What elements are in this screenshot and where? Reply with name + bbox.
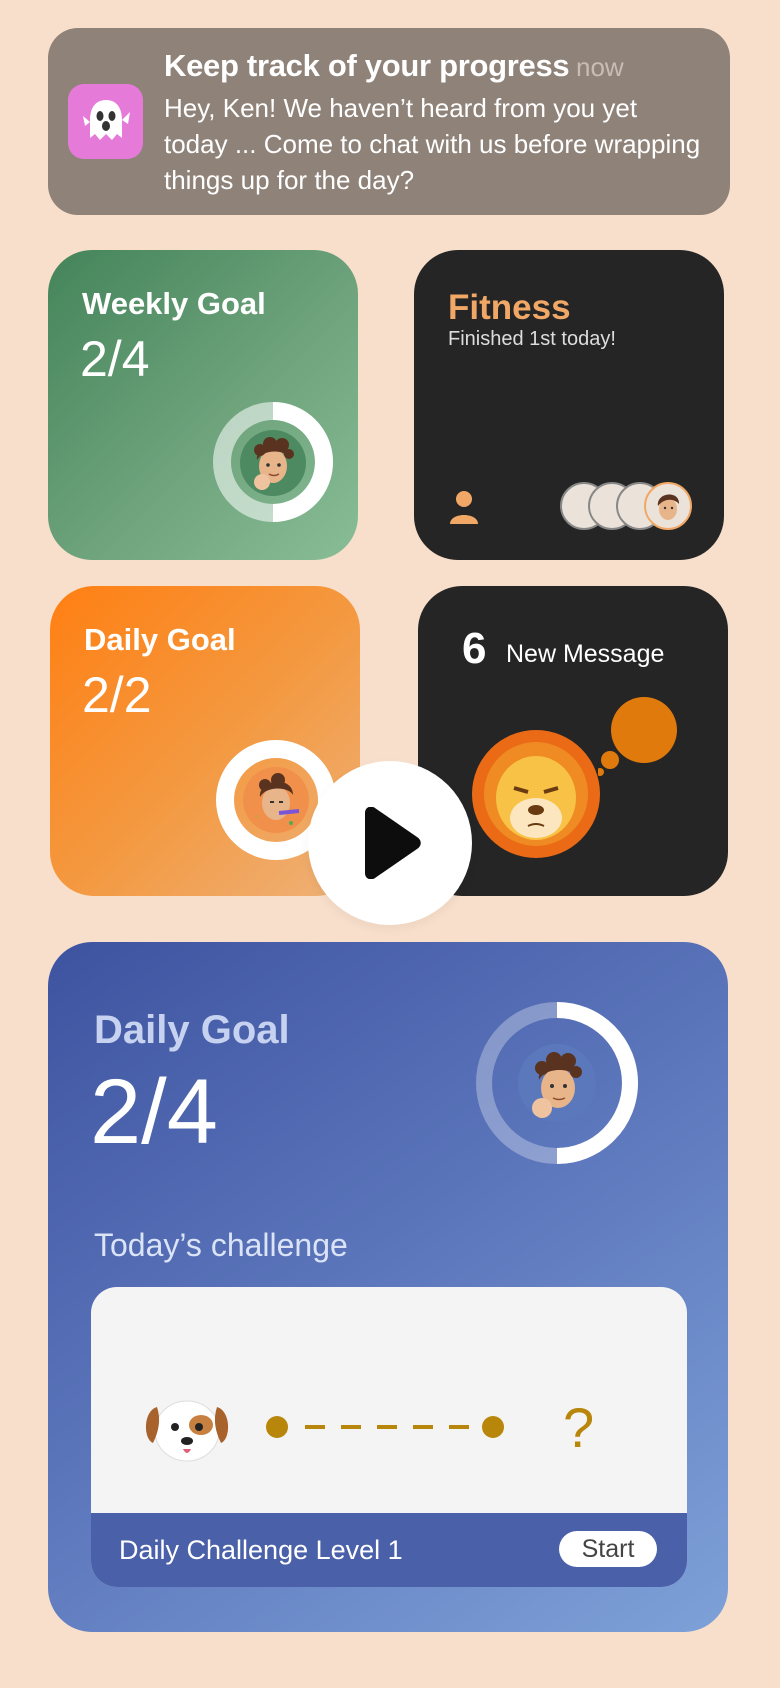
challenge-footer: Daily Challenge Level 1 Start (91, 1513, 687, 1587)
daily-goal-title: Daily Goal (84, 622, 236, 657)
start-button[interactable]: Start (559, 1531, 657, 1567)
puppy-icon (145, 1400, 229, 1462)
weekly-goal-value: 2/4 (80, 331, 150, 387)
weekly-goal-title: Weekly Goal (82, 286, 266, 321)
thought-bubble-icon (598, 697, 677, 776)
message-label: New Message (506, 640, 665, 668)
fitness-card[interactable]: Fitness Finished 1st today! (414, 250, 724, 560)
challenge-name: Daily Challenge Level 1 (119, 1535, 403, 1565)
challenge-label: Today’s challenge (94, 1227, 348, 1263)
participant-avatars (560, 482, 710, 534)
daily-goal-large-card[interactable]: Daily Goal 2/4 Today’s challenge ? Daily… (48, 942, 728, 1632)
play-button[interactable] (308, 761, 472, 925)
notification-time: now (576, 52, 624, 82)
daily-goal-large-value: 2/4 (90, 1061, 218, 1163)
avatar (243, 767, 309, 833)
notification-banner[interactable]: Keep track of your progress now Hey, Ken… (48, 28, 730, 215)
fitness-subtitle: Finished 1st today! (448, 328, 616, 350)
daily-goal-value: 2/2 (82, 667, 152, 723)
challenge-path-icon (266, 1416, 504, 1438)
weekly-goal-card[interactable]: Weekly Goal 2/4 (48, 250, 358, 560)
daily-goal-large-title: Daily Goal (94, 1008, 290, 1052)
fitness-title: Fitness (448, 288, 571, 327)
lion-icon (472, 730, 600, 858)
notification-title: Keep track of your progress (164, 48, 570, 83)
participant-avatar-self (644, 482, 692, 530)
notification-body: Hey, Ken! We haven’t heard from you yet … (164, 93, 701, 195)
message-count: 6 (462, 624, 487, 673)
challenge-unknown-mark: ? (563, 1396, 595, 1459)
avatar (518, 1044, 596, 1122)
challenge-panel[interactable]: ? Daily Challenge Level 1 Start (91, 1287, 687, 1587)
avatar (240, 430, 306, 496)
ghost-icon (68, 84, 143, 159)
play-icon (365, 807, 421, 879)
person-icon (450, 491, 478, 524)
